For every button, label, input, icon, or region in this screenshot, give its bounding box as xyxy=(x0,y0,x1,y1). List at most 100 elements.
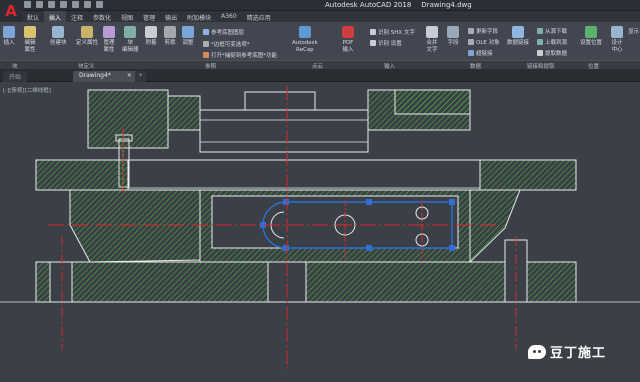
data-link-label: 数据链接 xyxy=(507,40,530,46)
watermark: 豆丁施工 xyxy=(528,342,606,361)
recap-button[interactable]: Autodesk ReCap xyxy=(292,26,318,54)
insert-block-button[interactable]: 插入 xyxy=(3,26,15,47)
manage-attribute-button[interactable]: 管理 属性 xyxy=(103,26,115,54)
manage-attribute-label: 管理 属性 xyxy=(103,40,115,53)
tab-a360[interactable]: A360 xyxy=(216,11,242,22)
viewport-controls[interactable]: [-][俯视][二维线框] xyxy=(3,86,51,94)
data-link-button[interactable]: 数据链接 xyxy=(507,26,529,47)
frames-vary-icon xyxy=(203,41,209,47)
combine-text-label: 合并 文字 xyxy=(426,40,438,53)
create-block-icon xyxy=(52,26,65,38)
new-tab-button[interactable]: + xyxy=(135,71,147,82)
upload-icon xyxy=(537,39,543,45)
snap-underlays-button[interactable]: 打开*捕捉到参考底图*功能 xyxy=(203,51,277,59)
plus-icon: + xyxy=(138,72,144,79)
doc-tab-drawing4[interactable]: Drawing4* × xyxy=(73,71,138,82)
extract-data-icon xyxy=(537,50,543,56)
close-icon[interactable]: × xyxy=(127,72,132,79)
tab-annotate[interactable]: 注释 xyxy=(66,11,88,22)
recognize-shx-button[interactable]: 识别 SHX 文字 xyxy=(370,28,415,36)
field-button[interactable]: 字段 xyxy=(447,26,459,47)
tab-view[interactable]: 视图 xyxy=(116,11,138,22)
hyperlink-button[interactable]: 超链接 xyxy=(468,49,493,57)
document-tab-bar: 开始 Drawing4* × + xyxy=(0,69,640,82)
set-location-button[interactable]: 设置位置 xyxy=(580,26,602,47)
insert-block-label: 插入 xyxy=(3,40,15,46)
pdf-import-label: PDF 输入 xyxy=(342,40,354,53)
redo-icon[interactable] xyxy=(96,1,103,8)
upload-to-source-label: 上载到源 xyxy=(545,40,568,46)
tab-featured-apps[interactable]: 精选应用 xyxy=(242,11,276,22)
define-attribute-label: 定义属性 xyxy=(76,40,99,46)
block-editor-icon xyxy=(124,26,137,38)
hyperlink-icon xyxy=(468,50,474,56)
define-attribute-button[interactable]: 定义属性 xyxy=(76,26,98,47)
tab-output[interactable]: 输出 xyxy=(160,11,182,22)
tab-default[interactable]: 默认 xyxy=(22,11,44,22)
frames-vary-label: *边框可变选项* xyxy=(211,42,250,48)
grip-handle[interactable] xyxy=(283,245,289,251)
clip-icon xyxy=(164,26,176,38)
tab-addins[interactable]: 附加模块 xyxy=(182,11,216,22)
undo-icon[interactable] xyxy=(84,1,91,8)
set-location-icon xyxy=(585,26,597,38)
grip-handle[interactable] xyxy=(283,199,289,205)
upload-to-source-button[interactable]: 上载到源 xyxy=(537,38,567,46)
clip-button[interactable]: 剪裁 xyxy=(164,26,176,47)
update-fields-button[interactable]: 更新字段 xyxy=(468,27,498,35)
recognition-settings-button[interactable]: 识别 设置 xyxy=(370,39,402,47)
combine-text-icon xyxy=(426,26,438,38)
recognition-settings-icon xyxy=(370,40,376,46)
document-title: Drawing4.dwg xyxy=(421,1,472,9)
grip-handle[interactable] xyxy=(366,199,372,205)
save-as-icon[interactable] xyxy=(60,1,67,8)
clip-label: 剪裁 xyxy=(164,40,176,46)
edit-attribute-button[interactable]: 编辑 属性 xyxy=(24,26,36,54)
set-location-label: 设置位置 xyxy=(580,40,603,46)
tab-manage[interactable]: 管理 xyxy=(138,11,160,22)
create-block-button[interactable]: 创建块 xyxy=(50,26,67,47)
download-from-source-button[interactable]: 从源下载 xyxy=(537,27,567,35)
adjust-label: 调整 xyxy=(182,40,194,46)
tab-parametric[interactable]: 参数化 xyxy=(88,11,116,22)
grip-handle[interactable] xyxy=(366,245,372,251)
underlay-layers-button[interactable]: 参考底图图层 xyxy=(203,28,244,36)
pdf-import-button[interactable]: PDF 输入 xyxy=(342,26,354,54)
underlay-layers-icon xyxy=(203,29,209,35)
ole-object-label: OLE 对象 xyxy=(476,40,500,46)
create-block-label: 创建块 xyxy=(50,40,67,46)
ole-object-button[interactable]: OLE 对象 xyxy=(468,38,500,46)
attach-icon xyxy=(145,26,157,38)
combine-text-button[interactable]: 合并 文字 xyxy=(426,26,438,54)
doc-tab-start[interactable]: 开始 xyxy=(3,71,28,82)
recognize-shx-icon xyxy=(370,29,376,35)
extra-button[interactable]: 显示 xyxy=(628,27,639,35)
doc-tab-drawing4-label: Drawing4* xyxy=(79,72,111,79)
save-icon[interactable] xyxy=(48,1,55,8)
left-base-bolt xyxy=(49,261,73,303)
recap-icon xyxy=(298,26,311,38)
tab-insert[interactable]: 插入 xyxy=(44,11,67,22)
grip-handle[interactable] xyxy=(449,245,455,251)
block-editor-button[interactable]: 块 编辑器 xyxy=(122,26,139,54)
ole-object-icon xyxy=(468,39,474,45)
frames-vary-button[interactable]: *边框可变选项* xyxy=(203,40,250,48)
download-from-source-label: 从源下载 xyxy=(545,29,568,35)
plot-icon[interactable] xyxy=(72,1,79,8)
design-center-button[interactable]: 设计 中心 xyxy=(611,26,623,54)
ribbon-panel-titles: 块 块定义 参照 点云 输入 数据 链接和提取 位置 xyxy=(0,60,640,70)
attach-button[interactable]: 附着 xyxy=(145,26,157,47)
ribbon-tab-bar: 默认 插入 注释 参数化 视图 管理 输出 附加模块 A360 精选应用 xyxy=(22,11,640,22)
snap-underlays-icon xyxy=(203,52,209,58)
new-file-icon[interactable] xyxy=(24,1,31,8)
grip-handle[interactable] xyxy=(449,199,455,205)
application-menu-button[interactable]: A xyxy=(0,0,22,22)
drawing-canvas[interactable] xyxy=(0,82,640,382)
app-title: Autodesk AutoCAD 2018 xyxy=(325,1,412,9)
pdf-icon xyxy=(342,26,354,38)
extract-data-button[interactable]: 提取数据 xyxy=(537,49,567,57)
recognize-shx-label: 识别 SHX 文字 xyxy=(378,30,415,36)
field-label: 字段 xyxy=(447,40,459,46)
open-file-icon[interactable] xyxy=(36,1,43,8)
adjust-button[interactable]: 调整 xyxy=(182,26,194,47)
